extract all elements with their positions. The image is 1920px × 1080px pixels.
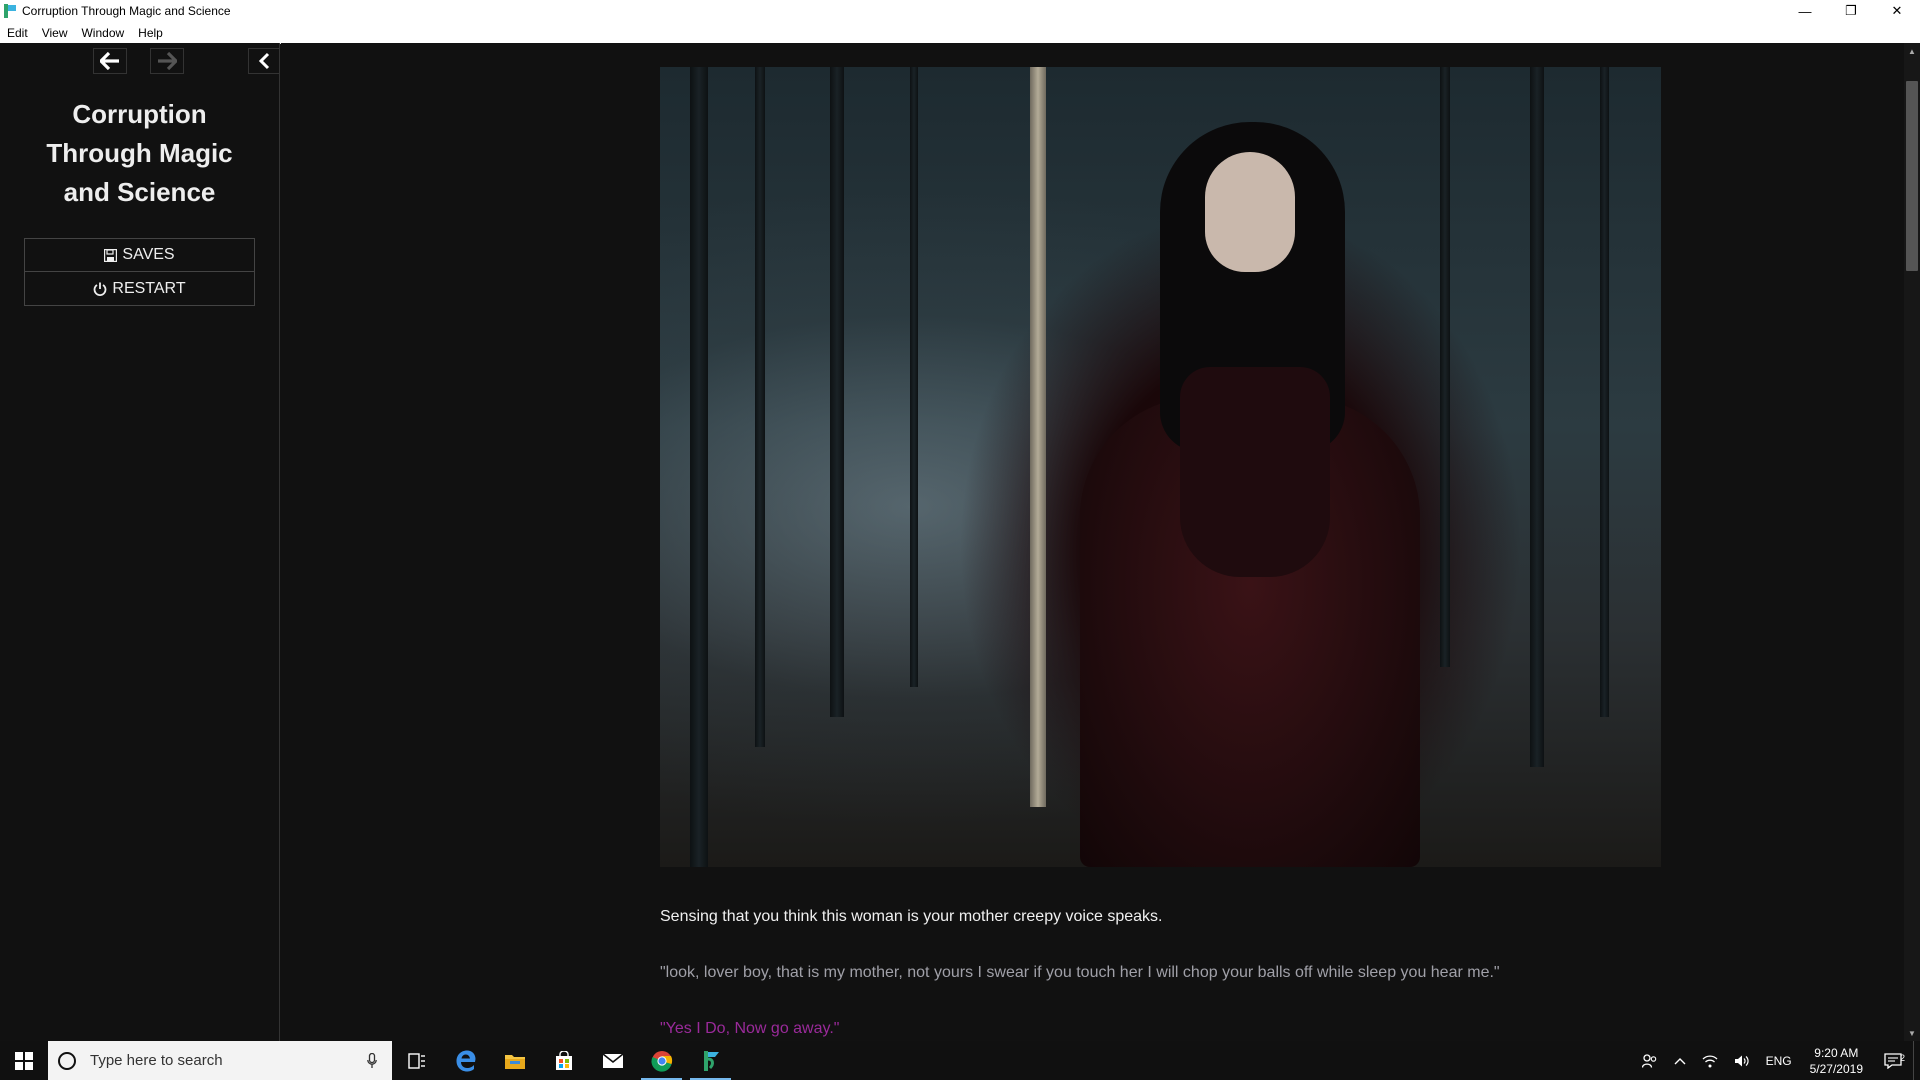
clock[interactable]: 9:20 AM 5/27/2019 [1800,1045,1873,1077]
window-title: Corruption Through Magic and Science [22,4,231,18]
start-button[interactable] [0,1041,48,1080]
forest-tree [910,67,918,687]
passage-player-line[interactable]: "Yes I Do, Now go away." [660,1020,839,1038]
network-icon[interactable] [1694,1054,1726,1068]
minimize-button[interactable]: — [1782,0,1828,22]
close-button[interactable]: ✕ [1874,0,1920,22]
microphone-icon[interactable] [360,1052,384,1069]
forest-tree [1600,67,1609,717]
figure-bodice [1180,367,1330,577]
scroll-down-icon[interactable]: ▼ [1904,1025,1920,1041]
restore-button[interactable]: ❐ [1828,0,1874,22]
language-indicator[interactable]: ENG [1758,1054,1800,1068]
action-center-button[interactable]: 2 [1873,1053,1913,1069]
saves-button[interactable]: SAVES [24,238,255,272]
forest-tree [690,67,708,867]
file-explorer-icon[interactable] [490,1041,539,1080]
birch-tree [1030,67,1046,807]
floppy-disk-icon [104,248,118,262]
power-icon [93,282,107,296]
saves-label: SAVES [122,246,175,263]
vertical-scrollbar[interactable]: ▲ ▼ [1904,43,1920,1041]
taskbar-search[interactable]: Type here to search [48,1041,392,1080]
forest-tree [1530,67,1544,767]
passage-voice-line: "look, lover boy, that is my mother, not… [660,964,1500,981]
passage-narration: Sensing that you think this woman is you… [660,908,1163,925]
taskbar: Type here to search ENG 9:20 AM 5/27/201… [0,1041,1920,1080]
menu-window[interactable]: Window [74,26,131,40]
restart-button[interactable]: RESTART [24,272,255,306]
history-back-button[interactable] [93,48,127,74]
show-desktop-button[interactable] [1913,1041,1920,1080]
forest-tree [830,67,844,717]
cortana-circle-icon [58,1051,76,1070]
mail-icon[interactable] [588,1041,637,1080]
system-tray: ENG 9:20 AM 5/27/2019 2 [1634,1041,1920,1080]
windows-logo-icon [15,1051,33,1070]
search-placeholder: Type here to search [90,1052,223,1069]
arrow-left-icon [100,52,119,70]
story-sidebar: Corruption Through Magic and Science SAV… [0,43,280,1041]
forest-tree [755,67,765,747]
history-forward-button[interactable] [150,48,184,74]
clock-time: 9:20 AM [1814,1045,1859,1060]
menu-edit[interactable]: Edit [0,26,35,40]
clock-date: 5/27/2019 [1809,1061,1863,1076]
volume-icon[interactable] [1726,1054,1758,1068]
window-controls: — ❐ ✕ [1782,0,1920,22]
menu-view[interactable]: View [35,26,75,40]
sidebar-collapse-button[interactable] [248,48,280,74]
story-title: Corruption Through Magic and Science [46,99,233,207]
people-icon[interactable] [1634,1053,1666,1068]
chevron-up-icon[interactable] [1666,1057,1694,1065]
arrow-right-icon [158,52,177,70]
passage-image [660,67,1661,867]
figure-face [1205,152,1295,272]
chrome-icon[interactable] [637,1041,686,1080]
twine-app-icon[interactable] [686,1041,735,1080]
store-icon[interactable] [539,1041,588,1080]
scroll-thumb[interactable] [1906,81,1918,271]
title-bar: Corruption Through Magic and Science — ❐… [0,0,1920,22]
history-nav [0,43,280,79]
task-view-icon[interactable] [392,1041,441,1080]
scroll-up-icon[interactable]: ▲ [1904,43,1920,59]
menu-help[interactable]: Help [131,26,170,40]
notification-count: 2 [1899,1052,1905,1063]
forest-tree [1440,67,1450,667]
chevron-left-icon [258,52,270,70]
edge-browser-icon[interactable] [441,1041,490,1080]
app-icon [4,4,16,18]
passage-area: Sensing that you think this woman is you… [281,43,1904,1041]
menu-bar: Edit View Window Help [0,22,1920,44]
restart-label: RESTART [112,279,186,297]
